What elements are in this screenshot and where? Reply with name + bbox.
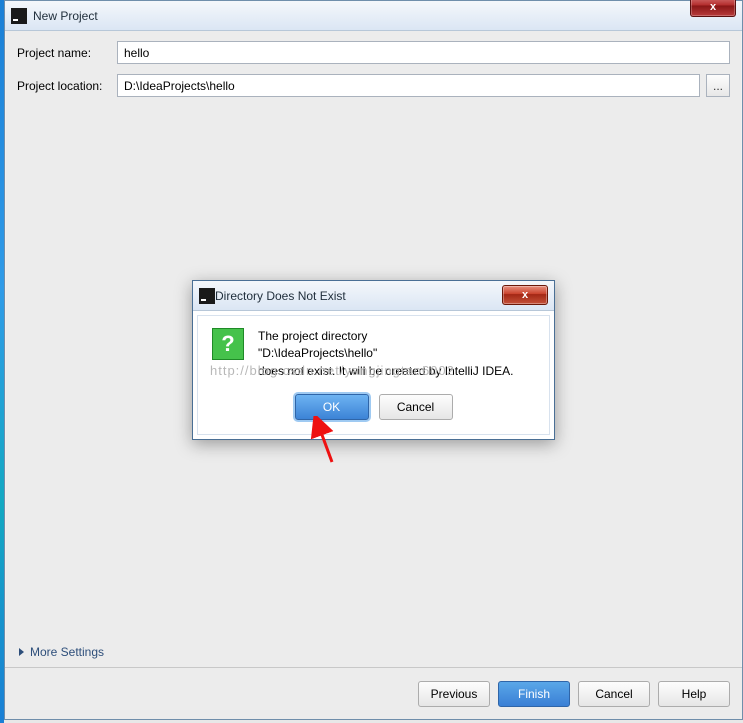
browse-button[interactable]: ... xyxy=(706,74,730,97)
dialog-content: ? The project directory "D:\IdeaProjects… xyxy=(212,328,535,380)
project-name-label: Project name: xyxy=(17,46,117,60)
dialog-message: The project directory "D:\IdeaProjects\h… xyxy=(258,328,513,380)
dialog-app-icon xyxy=(199,288,215,304)
dialog-titlebar[interactable]: Directory Does Not Exist x xyxy=(193,281,554,311)
directory-not-exist-dialog: Directory Does Not Exist x ? The project… xyxy=(192,280,555,440)
project-location-row: Project location: ... xyxy=(17,74,730,97)
dialog-title: Directory Does Not Exist xyxy=(215,289,346,303)
dialog-actions: OK Cancel xyxy=(212,394,535,420)
project-location-label: Project location: xyxy=(17,79,117,93)
close-icon: x xyxy=(522,289,528,301)
question-icon: ? xyxy=(212,328,244,360)
app-icon xyxy=(11,8,27,24)
wizard-footer: Previous Finish Cancel Help xyxy=(5,667,742,719)
project-name-row: Project name: xyxy=(17,41,730,64)
triangle-right-icon xyxy=(19,648,24,656)
dialog-message-line1: The project directory xyxy=(258,329,367,343)
cancel-button[interactable]: Cancel xyxy=(578,681,650,707)
previous-button[interactable]: Previous xyxy=(418,681,490,707)
project-name-input[interactable] xyxy=(117,41,730,64)
more-settings-label: More Settings xyxy=(30,645,104,659)
close-icon: x xyxy=(710,1,716,13)
dialog-message-line3: does not exist. It will be created by In… xyxy=(258,364,513,378)
dialog-cancel-button[interactable]: Cancel xyxy=(379,394,453,420)
ok-button[interactable]: OK xyxy=(295,394,369,420)
dialog-body: ? The project directory "D:\IdeaProjects… xyxy=(197,315,550,435)
dialog-close-button[interactable]: x xyxy=(502,285,548,305)
window-titlebar[interactable]: New Project x xyxy=(5,1,742,31)
browse-ellipsis-icon: ... xyxy=(713,79,723,93)
finish-button[interactable]: Finish xyxy=(498,681,570,707)
help-button[interactable]: Help xyxy=(658,681,730,707)
window-close-button[interactable]: x xyxy=(690,0,736,17)
window-title: New Project xyxy=(33,9,98,23)
project-location-input[interactable] xyxy=(117,74,700,97)
more-settings-toggle[interactable]: More Settings xyxy=(19,645,104,659)
dialog-message-line2: "D:\IdeaProjects\hello" xyxy=(258,346,377,360)
